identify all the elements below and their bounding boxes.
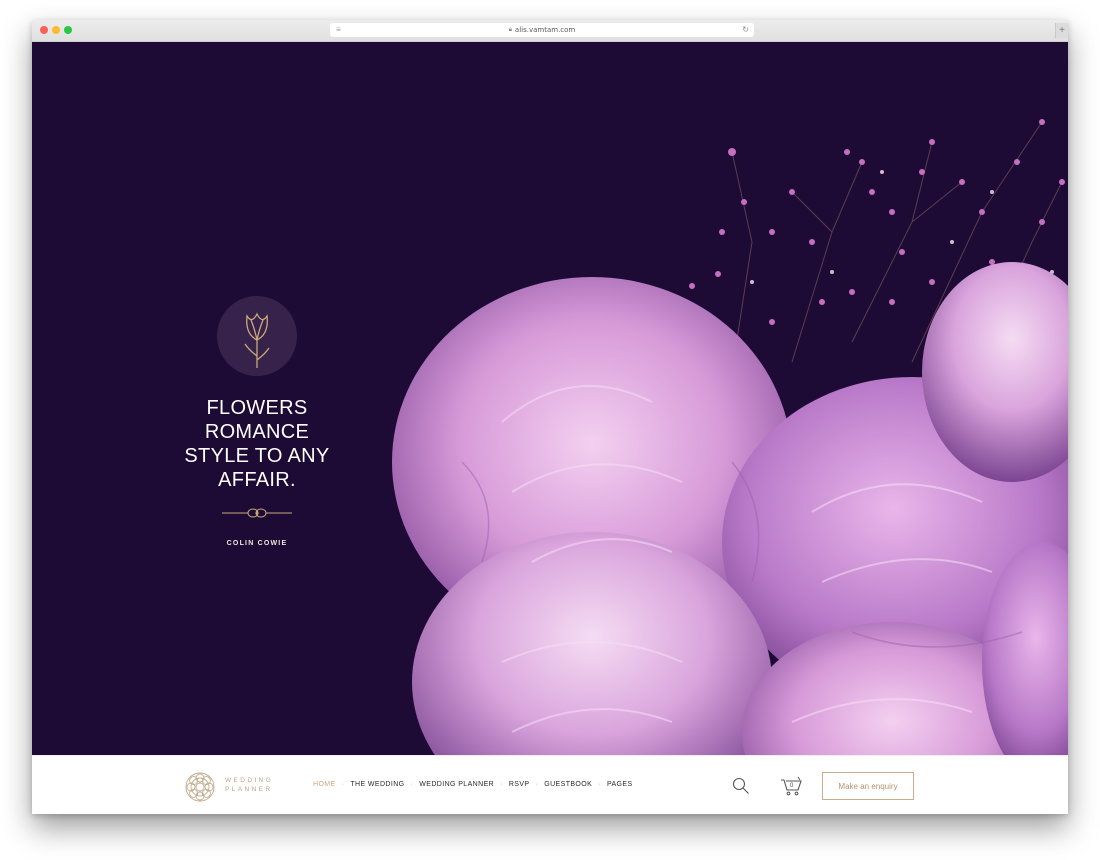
nav-separator: ·: [535, 781, 539, 788]
tulip-icon: [217, 296, 297, 376]
nav-item-wedding-planner[interactable]: WEDDING PLANNER: [419, 781, 494, 788]
reload-icon[interactable]: ↻: [742, 24, 749, 36]
minimize-window-button[interactable]: [52, 26, 60, 34]
lock-icon: 🔒︎: [508, 26, 512, 33]
zoom-window-button[interactable]: [64, 26, 72, 34]
nav-separator: ·: [598, 781, 601, 788]
nav-separator: ·: [341, 781, 345, 788]
new-tab-button[interactable]: +: [1055, 23, 1068, 38]
browser-toolbar: ≡ 🔒︎ alis.vamtam.com ↻ +: [32, 20, 1068, 42]
nav-item-guestbook[interactable]: GUESTBOOK: [544, 781, 592, 788]
nav-item-pages[interactable]: PAGES: [607, 781, 633, 788]
hero-section: FLOWERS ROMANCE STYLE TO ANY AFFAIR. COL…: [32, 42, 1068, 755]
browser-window: ≡ 🔒︎ alis.vamtam.com ↻ + FLOWERS ROMANCE…: [32, 20, 1068, 814]
reader-icon[interactable]: ≡: [336, 25, 341, 35]
close-window-button[interactable]: [40, 26, 48, 34]
nav-separator: ·: [500, 781, 503, 788]
main-navigation-bar: WEDDING PLANNER HOME · THE WEDDING · WED…: [32, 755, 1068, 814]
ornament-divider-icon: [222, 508, 292, 518]
nav-item-home[interactable]: HOME: [313, 781, 336, 788]
cart-count: 0: [790, 783, 794, 789]
nav-item-the-wedding[interactable]: THE WEDDING: [350, 781, 404, 788]
nav-item-rsvp[interactable]: RSVP: [509, 781, 530, 788]
address-bar[interactable]: ≡ 🔒︎ alis.vamtam.com ↻: [330, 23, 754, 37]
nav-menu: HOME · THE WEDDING · WEDDING PLANNER · R…: [313, 781, 633, 788]
logo-text[interactable]: WEDDING PLANNER: [225, 776, 273, 794]
quote-author: COLIN COWIE: [226, 540, 288, 547]
url-text: alis.vamtam.com: [514, 26, 576, 34]
search-icon[interactable]: [732, 777, 750, 795]
logo-mandala-icon[interactable]: [184, 771, 216, 803]
nav-separator: ·: [410, 781, 414, 788]
make-enquiry-button[interactable]: Make an enquiry: [822, 772, 914, 800]
hero-quote: FLOWERS ROMANCE STYLE TO ANY AFFAIR.: [184, 397, 330, 491]
